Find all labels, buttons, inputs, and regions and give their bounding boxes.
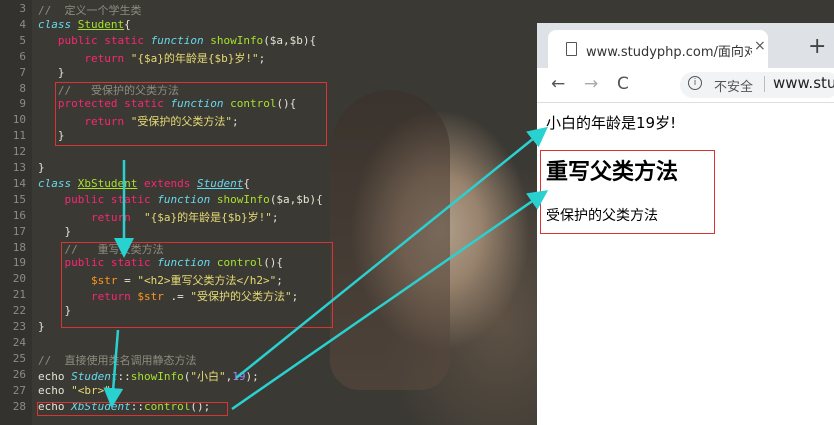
arrow-output-1 — [235, 126, 548, 379]
arrow-output-2 — [231, 190, 549, 411]
annotation-arrows — [103, 126, 549, 411]
arrow-call — [103, 329, 124, 408]
